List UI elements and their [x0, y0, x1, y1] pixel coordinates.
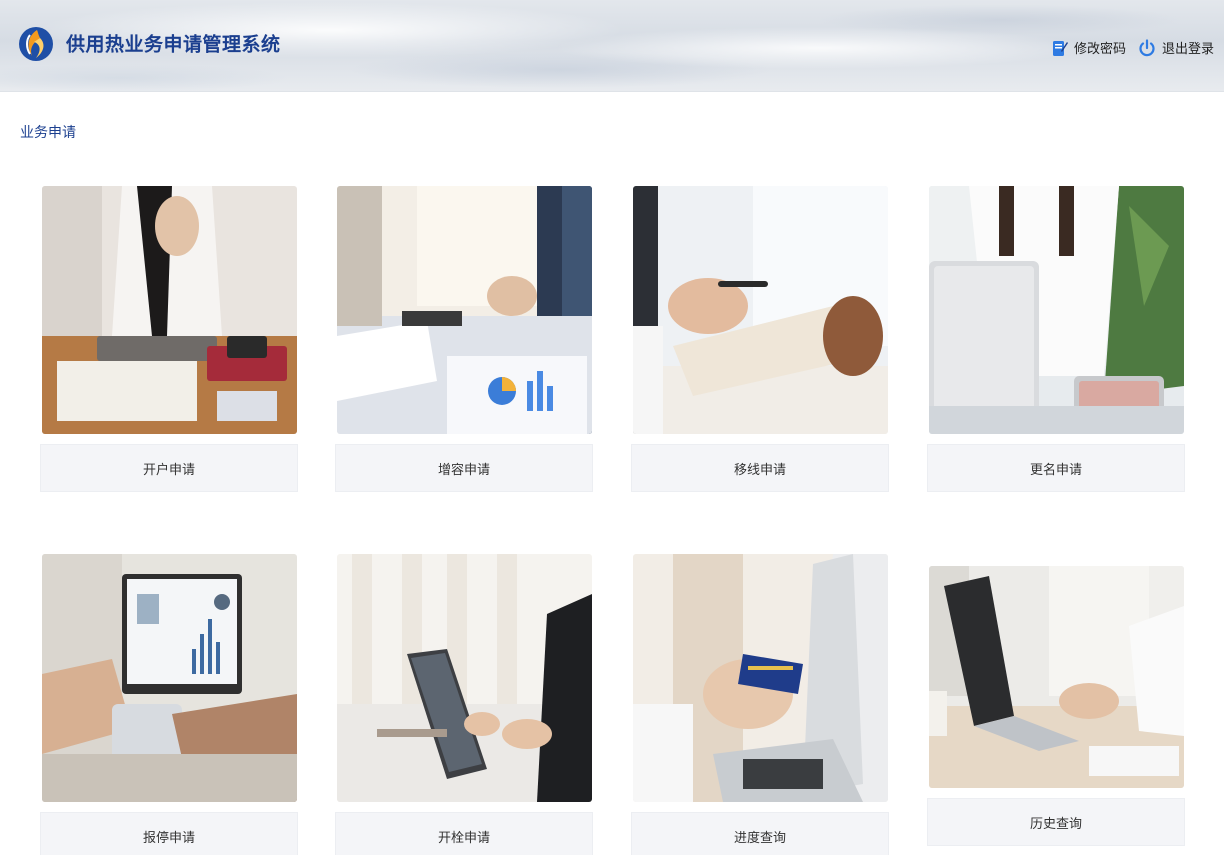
handshake-document-photo	[633, 186, 888, 434]
card-history-query[interactable]: 历史查询	[927, 566, 1185, 846]
tablet-desk-photo	[42, 186, 297, 434]
edit-icon	[1052, 39, 1068, 57]
credit-card-laptop-photo	[633, 554, 888, 802]
card-label: 开栓申请	[335, 812, 593, 855]
card-valve-opening[interactable]: 开栓申请	[335, 554, 593, 855]
app-title: 供用热业务申请管理系统	[66, 33, 281, 56]
page-title: 业务申请	[20, 125, 76, 141]
card-label: 移线申请	[631, 444, 889, 492]
card-suspension[interactable]: 报停申请	[40, 554, 298, 855]
top-actions: 修改密码 退出登录	[1052, 38, 1214, 57]
logout-button[interactable]: 退出登录	[1138, 38, 1214, 57]
card-rename[interactable]: 更名申请	[927, 186, 1185, 492]
meeting-charts-photo	[337, 186, 592, 434]
change-password-label: 修改密码	[1073, 42, 1126, 57]
flame-logo-icon	[18, 26, 54, 62]
card-label: 更名申请	[927, 444, 1185, 492]
tablet-stand-photo	[337, 554, 592, 802]
card-label: 进度查询	[631, 812, 889, 855]
change-password-button[interactable]: 修改密码	[1052, 38, 1126, 57]
power-icon	[1138, 38, 1156, 57]
logout-label: 退出登录	[1161, 42, 1214, 57]
card-capacity-increase[interactable]: 增容申请	[335, 186, 593, 492]
card-account-opening[interactable]: 开户申请	[40, 186, 298, 492]
card-progress-query[interactable]: 进度查询	[631, 554, 889, 855]
card-label: 增容申请	[335, 444, 593, 492]
card-line-relocation[interactable]: 移线申请	[631, 186, 889, 492]
laptop-woman-photo	[929, 186, 1184, 434]
card-label: 报停申请	[40, 812, 298, 855]
app-header: 供用热业务申请管理系统 修改密码 退出登录	[0, 0, 1224, 92]
calculator-charts-photo	[42, 554, 297, 802]
card-label: 历史查询	[927, 798, 1185, 846]
card-label: 开户申请	[40, 444, 298, 492]
laptop-typing-photo	[929, 566, 1184, 788]
